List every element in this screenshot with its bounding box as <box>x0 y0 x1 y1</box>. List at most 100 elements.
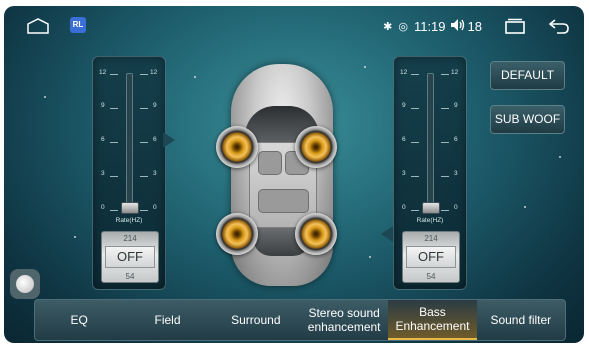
rate-label: Rate(HZ) <box>115 217 143 224</box>
panel-pointer <box>381 226 393 242</box>
tab-stereo-enhancement[interactable]: Stereo sound enhancement <box>300 300 388 340</box>
spinner-next-value: 54 <box>426 272 436 281</box>
background-sparkle <box>74 236 76 238</box>
tab-label: Field <box>154 313 181 327</box>
background-sparkle <box>369 256 371 258</box>
scale-tick <box>411 176 419 177</box>
sound-tab-bar: EQ Field Surround Stereo sound enhanceme… <box>34 299 566 341</box>
scale-tick <box>110 210 118 211</box>
scale-label: 3 <box>402 170 406 177</box>
slider-thumb[interactable] <box>422 202 440 214</box>
panel-pointer <box>163 132 175 148</box>
scale-label: 6 <box>454 136 458 143</box>
scale-label: 3 <box>153 170 157 177</box>
background-sparkle <box>559 156 561 158</box>
tab-label: Surround <box>231 313 281 327</box>
car-rear-seat <box>258 189 309 213</box>
slider-track[interactable] <box>427 73 434 211</box>
tab-label: Sound filter <box>490 313 552 327</box>
speaker-rear-left[interactable] <box>216 213 258 255</box>
tab-label: Bass Enhancement <box>395 305 470 333</box>
scale-tick <box>110 176 118 177</box>
scale-label: 6 <box>153 136 157 143</box>
scale-label: 0 <box>454 204 458 211</box>
home-icon[interactable] <box>26 18 50 34</box>
scale-label: 3 <box>101 170 105 177</box>
spinner-current-value[interactable]: OFF <box>406 246 456 268</box>
speaker-front-right[interactable] <box>295 126 337 168</box>
scale-label: 9 <box>153 102 157 109</box>
tab-label: EQ <box>70 313 88 327</box>
scale-tick <box>411 142 419 143</box>
scale-tick <box>441 108 449 109</box>
back-icon[interactable] <box>548 18 570 34</box>
wifi-icon: ◎ <box>398 20 408 33</box>
scale-label: 6 <box>101 136 105 143</box>
spinner-prev-value: 214 <box>123 234 137 243</box>
tab-eq[interactable]: EQ <box>35 300 123 340</box>
car-seat <box>258 151 282 175</box>
scale-tick <box>441 210 449 211</box>
scale-tick <box>441 142 449 143</box>
bluetooth-icon: ✱ <box>383 20 393 33</box>
slider-thumb[interactable] <box>121 202 139 214</box>
scale-label: 6 <box>402 136 406 143</box>
scale-label: 12 <box>99 69 107 76</box>
scale-label: 9 <box>454 102 458 109</box>
status-bar: RL ✱ ◎ 11:19 18 <box>4 6 584 46</box>
scale-tick <box>411 108 419 109</box>
right-balance-panel: 12 12 9 9 6 6 3 3 0 0 Rate(HZ) 214 OFF 5… <box>393 56 467 290</box>
scale-tick <box>140 176 148 177</box>
speaker-rear-right[interactable] <box>295 213 337 255</box>
rate-spinner[interactable]: 214 OFF 54 <box>402 231 460 283</box>
background-sparkle <box>364 66 366 68</box>
scale-tick <box>110 74 118 75</box>
scale-tick <box>140 108 148 109</box>
speaker-front-left[interactable] <box>216 126 258 168</box>
background-sparkle <box>194 76 196 78</box>
scale-label: 12 <box>150 69 158 76</box>
volume-level: 18 <box>467 18 482 34</box>
assistive-touch-icon <box>16 275 34 293</box>
background-sparkle <box>44 96 46 98</box>
scale-tick <box>140 210 148 211</box>
rate-spinner[interactable]: 214 OFF 54 <box>101 231 159 283</box>
default-button[interactable]: DEFAULT <box>490 61 565 90</box>
scale-label: 0 <box>402 204 406 211</box>
scale-tick <box>411 74 419 75</box>
left-balance-panel: 12 12 9 9 6 6 3 3 0 0 Rate(HZ) 214 OFF 5… <box>92 56 166 290</box>
rate-label: Rate(HZ) <box>416 217 444 224</box>
app-icon[interactable]: RL <box>70 17 86 33</box>
scale-label: 12 <box>400 69 408 76</box>
background-sparkle <box>524 206 526 208</box>
scale-label: 0 <box>153 204 157 211</box>
tab-bass-enhancement[interactable]: Bass Enhancement <box>388 300 477 340</box>
volume-icon[interactable] <box>450 18 466 35</box>
spinner-current-value[interactable]: OFF <box>105 246 155 268</box>
scale-label: 0 <box>101 204 105 211</box>
tab-sound-filter[interactable]: Sound filter <box>477 300 565 340</box>
scale-tick <box>441 176 449 177</box>
scale-label: 12 <box>451 69 459 76</box>
spinner-next-value: 54 <box>125 272 135 281</box>
sound-settings-screen: RL ✱ ◎ 11:19 18 12 12 9 9 6 6 3 3 0 0 Ra… <box>4 6 584 343</box>
tab-surround[interactable]: Surround <box>212 300 300 340</box>
scale-tick <box>140 142 148 143</box>
spinner-prev-value: 214 <box>424 234 438 243</box>
tab-label: Stereo sound enhancement <box>307 306 381 334</box>
assistive-touch-button[interactable] <box>10 269 40 299</box>
tab-field[interactable]: Field <box>123 300 211 340</box>
scale-tick <box>140 74 148 75</box>
clock: 11:19 <box>413 18 446 34</box>
scale-label: 9 <box>402 102 406 109</box>
recent-apps-icon[interactable] <box>504 18 526 34</box>
slider-track[interactable] <box>126 73 133 211</box>
scale-label: 9 <box>101 102 105 109</box>
scale-tick <box>110 142 118 143</box>
subwoof-button[interactable]: SUB WOOF <box>490 105 565 134</box>
status-right-group: ✱ ◎ 11:19 18 <box>383 17 584 35</box>
scale-tick <box>441 74 449 75</box>
scale-tick <box>411 210 419 211</box>
scale-label: 3 <box>454 170 458 177</box>
scale-tick <box>110 108 118 109</box>
